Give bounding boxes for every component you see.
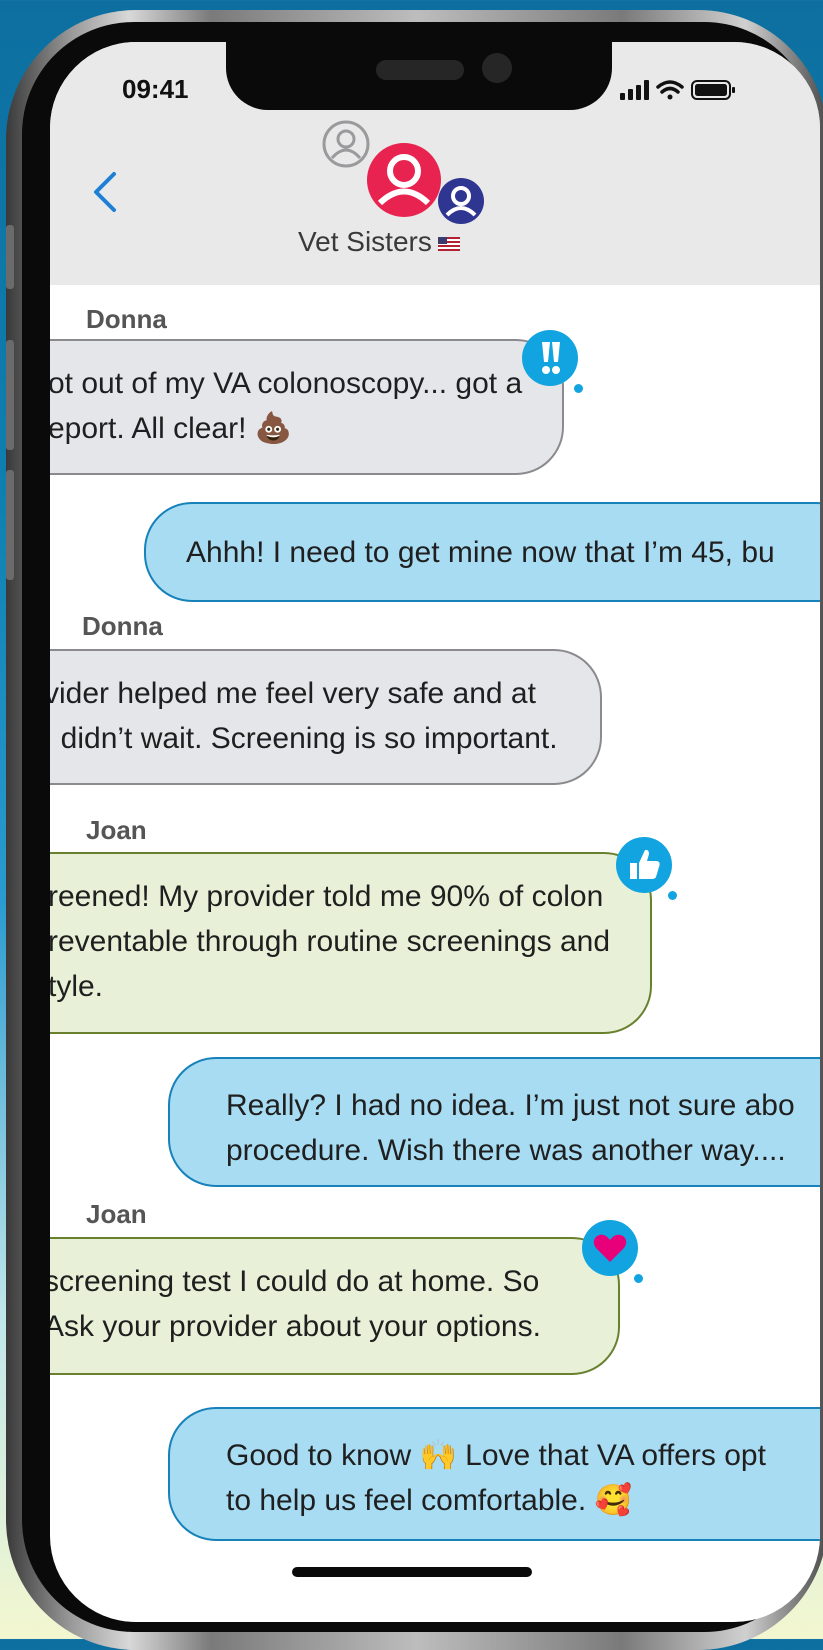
tapback-badge[interactable] <box>522 330 583 393</box>
volume-down-button <box>6 470 14 580</box>
message-text: ot out of my VA colonoscopy... got a <box>50 367 523 400</box>
message-text: procedure. Wish there was another way...… <box>226 1134 786 1167</box>
message-bubble-incoming[interactable]: reened! My provider told me 90% of colon… <box>50 852 652 1034</box>
battery-icon <box>691 80 735 100</box>
person-icon <box>322 120 370 168</box>
front-camera <box>482 53 512 83</box>
conversation-title[interactable]: Vet Sisters <box>298 226 460 258</box>
conversation-title-text: Vet Sisters <box>298 226 432 257</box>
status-icons <box>620 78 740 107</box>
message-bubble-outgoing[interactable]: Ahhh! I need to get mine now that I’m 45… <box>144 502 820 602</box>
heart-icon <box>593 1234 627 1262</box>
person-icon <box>367 143 441 217</box>
sender-name: Donna <box>82 611 163 641</box>
message-bubble-incoming[interactable]: vider helped me feel very safe and at I … <box>50 649 602 785</box>
chevron-left-icon <box>94 172 116 212</box>
message-bubble-outgoing[interactable]: Good to know 🙌 Love that VA offers opt t… <box>168 1407 820 1541</box>
sender-name: Joan <box>86 1199 147 1229</box>
avatar-navy <box>436 176 486 231</box>
avatar-pink <box>364 140 444 225</box>
cellular-signal-icon <box>620 80 649 100</box>
message-text: eport. All clear! 💩 <box>50 412 293 445</box>
message-text: vider helped me feel very safe and at <box>50 677 536 710</box>
notch <box>226 42 612 110</box>
person-icon <box>438 178 484 224</box>
message-bubble-incoming[interactable]: ot out of my VA colonoscopy... got a epo… <box>50 339 564 475</box>
wifi-icon <box>656 80 684 100</box>
message-text: reened! My provider told me 90% of colon <box>50 880 604 913</box>
message-text: tyle. <box>50 970 104 1003</box>
us-flag-icon <box>437 236 460 251</box>
speaker <box>376 60 464 80</box>
sender-name: Joan <box>86 815 147 845</box>
conversation-header: 09:41 Vet Sisters <box>50 42 820 285</box>
avatar-gray <box>322 120 370 173</box>
message-bubble-incoming[interactable]: screening test I could do at home. So As… <box>50 1237 620 1375</box>
message-text: I didn’t wait. Screening is so important… <box>50 722 558 755</box>
status-time: 09:41 <box>122 74 189 104</box>
thumbs-up-icon <box>630 849 660 879</box>
side-button <box>6 225 14 289</box>
home-indicator[interactable] <box>292 1567 532 1577</box>
message-text: Ask your provider about your options. <box>50 1310 541 1343</box>
message-text: reventable through routine screenings an… <box>50 925 611 958</box>
phone-screen: 09:41 Vet Sisters Donna ot out of my VA … <box>50 42 820 1622</box>
message-text: screening test I could do at home. So <box>50 1265 540 1298</box>
volume-up-button <box>6 340 14 450</box>
message-text: Ahhh! I need to get mine now that I’m 45… <box>186 536 775 569</box>
message-text: Good to know 🙌 Love that VA offers opt <box>226 1439 766 1472</box>
back-button[interactable] <box>86 162 126 227</box>
message-text: to help us feel comfortable. 🥰 <box>226 1484 632 1517</box>
message-bubble-outgoing[interactable]: Really? I had no idea. I’m just not sure… <box>168 1057 820 1187</box>
sender-name: Donna <box>86 304 167 334</box>
tapback-badge[interactable] <box>616 837 677 900</box>
exclamation-icon <box>542 342 560 374</box>
tapback-badge[interactable] <box>582 1220 643 1283</box>
message-text: Really? I had no idea. I’m just not sure… <box>226 1089 795 1122</box>
